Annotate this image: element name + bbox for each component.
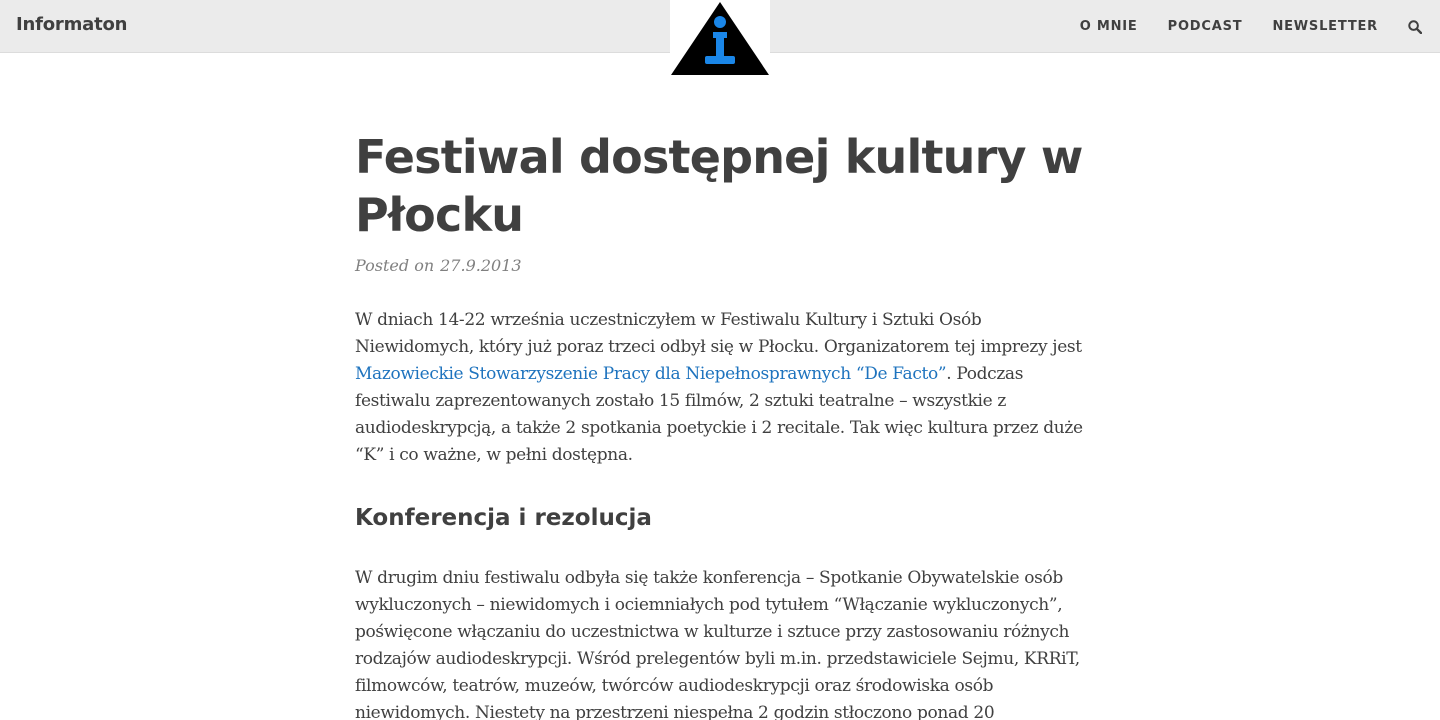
info-triangle-logo[interactable] (670, 0, 770, 76)
post-date[interactable]: 27.9.2013 (440, 256, 521, 275)
post-title: Festiwal dostępnej kultury w Płocku (355, 130, 1083, 242)
section-heading: Konferencja i rezolucja (355, 505, 652, 531)
intro-paragraph: W dniach 14-22 września uczestniczyłem w… (355, 307, 1085, 469)
nav-item-o-mnie[interactable]: O MNIE (1080, 19, 1138, 34)
nav-item-podcast[interactable]: PODCAST (1168, 19, 1243, 34)
search-icon[interactable] (1408, 19, 1422, 34)
top-navigation-bar: Informaton O MNIE PODCAST NEWSLETTER (0, 0, 1440, 76)
intro-text-before-link: W dniach 14-22 września uczestniczyłem w… (355, 310, 1082, 357)
post-article: Festiwal dostępnej kultury w Płocku Post… (355, 128, 1085, 720)
post-meta: Posted on 27.9.2013 (355, 256, 1085, 275)
conference-paragraph: W drugim dniu festiwalu odbyła się także… (355, 568, 1080, 720)
nav-item-newsletter[interactable]: NEWSLETTER (1272, 19, 1378, 34)
main-menu: O MNIE PODCAST NEWSLETTER (1080, 0, 1440, 53)
logo-graphic (671, 2, 769, 75)
posted-on-label: Posted on (355, 256, 435, 275)
site-title-link[interactable]: Informaton (16, 14, 127, 35)
de-facto-link[interactable]: Mazowieckie Stowarzyszenie Pracy dla Nie… (355, 364, 947, 384)
